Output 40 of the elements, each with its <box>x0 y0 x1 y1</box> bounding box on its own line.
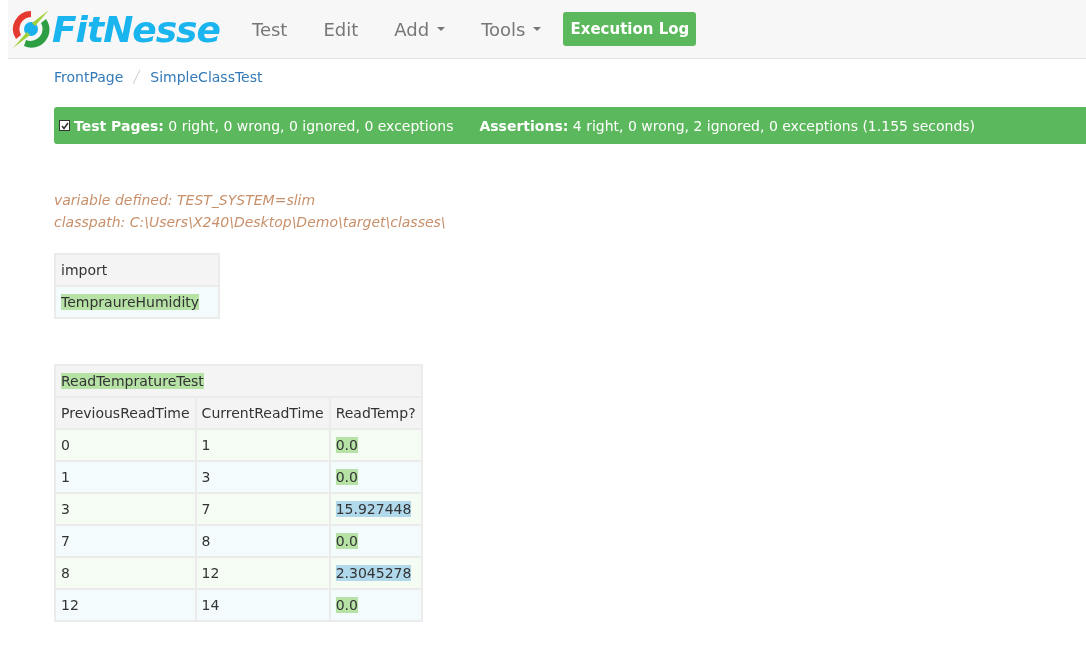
caret-icon <box>533 27 542 31</box>
table-cell: 3 <box>55 493 196 525</box>
nav-link[interactable]: Edit <box>309 18 373 40</box>
table-cell: 12 <box>55 589 196 621</box>
breadcrumb-link[interactable]: FrontPage <box>54 69 124 85</box>
nav-link[interactable]: Tools <box>467 18 556 40</box>
table-cell: 12 <box>195 557 330 589</box>
table-cell: 1 <box>195 429 330 461</box>
nav-link[interactable]: Add <box>380 18 460 40</box>
table-cell: 8 <box>195 525 330 557</box>
table-cell: 3 <box>195 461 330 493</box>
table-header-cell: import <box>55 254 219 286</box>
caret-icon <box>437 27 446 31</box>
variable-note: classpath: C:\Users\X240\Desktop\Demo\target\classes\ <box>54 213 447 232</box>
assertions-summary: Assertions: 4 right, 0 wrong, 2 ignored, 0 exceptions (1.155 seconds) <box>479 117 976 134</box>
table-cell: 0 <box>55 429 196 461</box>
execution-log-button[interactable]: Execution Log <box>563 12 697 46</box>
variable-note: variable defined: TEST_SYSTEM=slim <box>54 191 317 210</box>
column-header: CurrentReadTime <box>195 397 330 429</box>
table-cell: 8 <box>55 557 196 589</box>
result-value: 0.0 <box>335 469 358 485</box>
table-cell: 14 <box>195 589 330 621</box>
result-value: 0.0 <box>335 597 358 613</box>
logo-text[interactable]: FitNesse <box>52 8 220 50</box>
import-name: TempraureHumidity <box>61 294 200 310</box>
breadcrumb-link[interactable]: SimpleClassTest <box>150 69 263 85</box>
table-cell: 1 <box>55 461 196 493</box>
logo-icon <box>10 8 52 50</box>
fixture-name: ReadTempratureTest <box>61 373 204 389</box>
table-cell: 7 <box>55 525 196 557</box>
result-value: 0.0 <box>335 533 358 549</box>
table-cell: 7 <box>195 493 330 525</box>
result-value: 15.927448 <box>335 501 412 517</box>
checkbox-icon <box>59 120 70 131</box>
test-pages-summary: Test Pages: 0 right, 0 wrong, 0 ignored, 0 exceptions <box>74 117 454 134</box>
result-value: 2.3045278 <box>335 565 412 581</box>
column-header: ReadTemp? <box>329 397 422 429</box>
nav-link[interactable]: Test <box>237 18 302 40</box>
result-value: 0.0 <box>335 437 358 453</box>
column-header: PreviousReadTime <box>55 397 196 429</box>
